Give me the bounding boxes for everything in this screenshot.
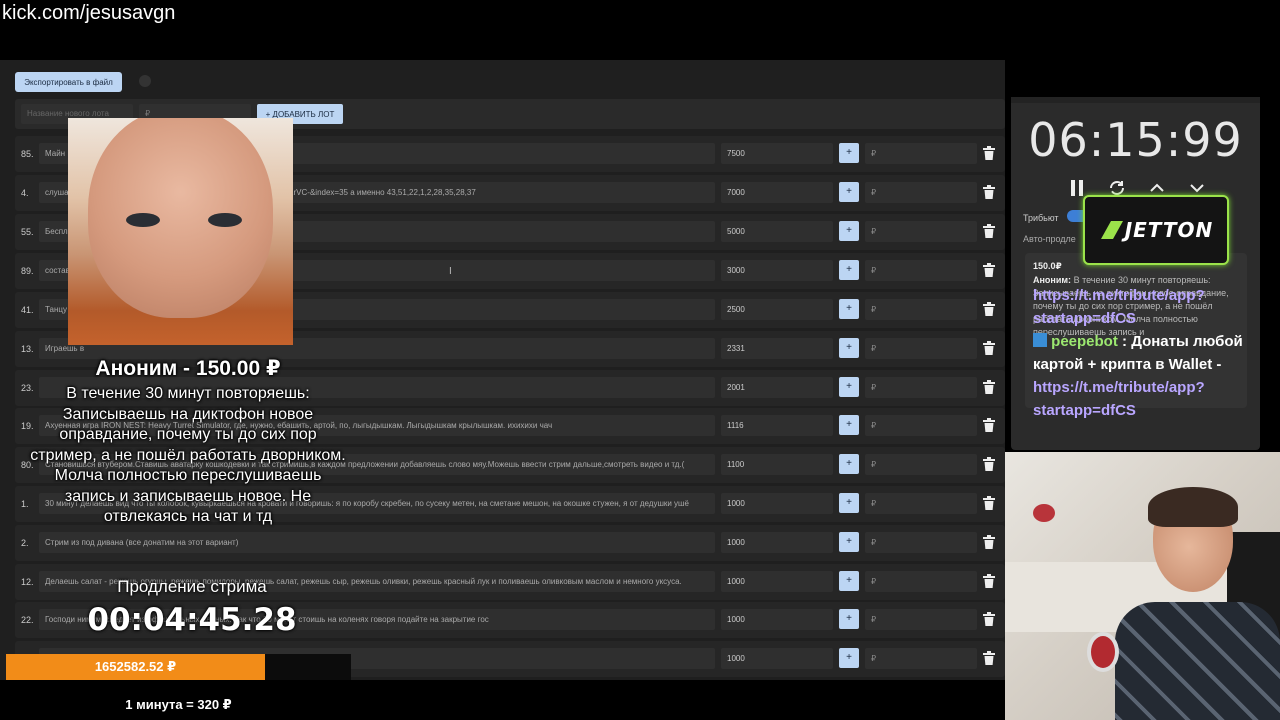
trash-icon[interactable] (983, 418, 997, 434)
chat-overlay: https://t.me/tribute/app?startapp=dfCS p… (1033, 284, 1253, 422)
trash-icon[interactable] (983, 612, 997, 628)
lot-amount-input[interactable]: 1000 (721, 532, 833, 553)
chat-message: peepebot : Донаты любой картой + крипта … (1033, 330, 1253, 376)
face (88, 118, 273, 318)
panel-top-strip (1011, 97, 1260, 103)
total-progress-track (265, 654, 351, 680)
trash-icon[interactable] (983, 302, 997, 318)
trash-icon[interactable] (983, 224, 997, 240)
auto-extend-label: Авто-продле (1023, 234, 1076, 244)
total-progress-bar: 1652582.52 ₽ (6, 654, 265, 680)
chat-link-2[interactable]: https://t.me/tribute/app?startapp=dfCS (1033, 376, 1253, 422)
lot-add-button[interactable]: + (839, 454, 859, 474)
lot-amount-input[interactable]: 1000 (721, 648, 833, 669)
lot-amount-input[interactable]: 2500 (721, 299, 833, 320)
lot-donate-input[interactable]: ₽ (865, 571, 977, 592)
text-cursor-icon: I (449, 266, 452, 277)
lot-donate-input[interactable]: ₽ (865, 493, 977, 514)
trash-icon[interactable] (983, 457, 997, 473)
lot-donate-input[interactable]: ₽ (865, 260, 977, 281)
streamer-body (1115, 602, 1280, 720)
lot-add-button[interactable]: + (839, 377, 859, 397)
lot-donate-input[interactable]: ₽ (865, 648, 977, 669)
lot-add-button[interactable]: + (839, 609, 859, 629)
lot-donate-input[interactable]: ₽ (865, 338, 977, 359)
lot-donate-input[interactable]: ₽ (865, 532, 977, 553)
chat-separator: : (1117, 333, 1132, 350)
donation-alert: Аноним - 150.00 ₽ В течение 30 минут пов… (28, 356, 348, 528)
lot-amount-input[interactable]: 7000 (721, 182, 833, 203)
lot-add-button[interactable]: + (839, 221, 859, 241)
lot-donate-input[interactable]: ₽ (865, 609, 977, 630)
lot-amount-input[interactable]: 1116 (721, 415, 833, 436)
background-object (1033, 504, 1055, 522)
trash-icon[interactable] (983, 380, 997, 396)
microphone (1087, 632, 1119, 672)
trash-icon[interactable] (983, 535, 997, 551)
donation-message: В течение 30 минут повторяешь: Записывае… (30, 385, 346, 525)
jetton-logo-text: JETTON (1124, 218, 1214, 242)
lot-donate-input[interactable]: ₽ (865, 182, 977, 203)
chat-link-1[interactable]: https://t.me/tribute/app?startapp=dfCS (1033, 284, 1253, 330)
bot-icon (1033, 333, 1047, 347)
trash-icon[interactable] (983, 341, 997, 357)
lot-donate-input[interactable]: ₽ (865, 415, 977, 436)
lot-donate-input[interactable]: ₽ (865, 143, 977, 164)
lot-title-input[interactable]: Стрим из под дивана (все донатим на этот… (39, 532, 715, 553)
lot-amount-input[interactable]: 1000 (721, 571, 833, 592)
lot-amount-input[interactable]: 2331 (721, 338, 833, 359)
stream-extension-label: Продление стрима (117, 577, 267, 596)
lot-amount-input[interactable]: 3000 (721, 260, 833, 281)
lot-row: 2. Стрим из под дивана (все донатим на эт… (15, 525, 1005, 561)
status-dot[interactable] (139, 75, 151, 87)
lot-donate-input[interactable]: ₽ (865, 221, 977, 242)
left-eye (126, 213, 160, 227)
trash-icon[interactable] (983, 651, 997, 667)
jetton-logo: JETTON (1083, 195, 1229, 265)
trash-icon[interactable] (983, 496, 997, 512)
trash-icon[interactable] (983, 185, 997, 201)
tribute-label: Трибьют (1023, 213, 1059, 223)
lot-amount-input[interactable]: 1000 (721, 609, 833, 630)
lot-amount-input[interactable]: 1100 (721, 454, 833, 475)
total-value: 1652582.52 ₽ (94, 659, 177, 674)
donation-title: Аноним - 150.00 ₽ (95, 357, 281, 380)
lot-add-button[interactable]: + (839, 182, 859, 202)
lot-donate-input[interactable]: ₽ (865, 377, 977, 398)
lot-add-button[interactable]: + (839, 299, 859, 319)
lot-amount-input[interactable]: 1000 (721, 493, 833, 514)
trash-icon[interactable] (983, 263, 997, 279)
export-to-file-button[interactable]: Экспортировать в файл (15, 72, 122, 92)
lot-add-button[interactable]: + (839, 260, 859, 280)
streamer-webcam (1005, 452, 1280, 720)
right-eye (208, 213, 242, 227)
lot-donate-input[interactable]: ₽ (865, 454, 977, 475)
lot-add-button[interactable]: + (839, 143, 859, 163)
lot-amount-input[interactable]: 5000 (721, 221, 833, 242)
chat-bot-name: peepebot (1051, 333, 1118, 350)
lot-donate-input[interactable]: ₽ (865, 299, 977, 320)
timer-value: 06:15:99 (1028, 113, 1243, 167)
streamer-hair (1148, 487, 1238, 527)
lot-add-button[interactable]: + (839, 532, 859, 552)
lot-amount-input[interactable]: 7500 (721, 143, 833, 164)
jetton-mark-icon (1100, 221, 1123, 239)
donor-webcam (68, 118, 293, 345)
lot-add-button[interactable]: + (839, 648, 859, 668)
lot-add-button[interactable]: + (839, 415, 859, 435)
lot-add-button[interactable]: + (839, 493, 859, 513)
lot-add-button[interactable]: + (839, 338, 859, 358)
lot-add-button[interactable]: + (839, 571, 859, 591)
stream-extension-time: 00:04:45.28 (87, 602, 297, 638)
trash-icon[interactable] (983, 574, 997, 590)
trash-icon[interactable] (983, 146, 997, 162)
channel-url: kick.com/jesusavgn (2, 2, 176, 24)
lot-amount-input[interactable]: 2001 (721, 377, 833, 398)
rate-label: 1 минута = 320 ₽ (125, 697, 232, 712)
